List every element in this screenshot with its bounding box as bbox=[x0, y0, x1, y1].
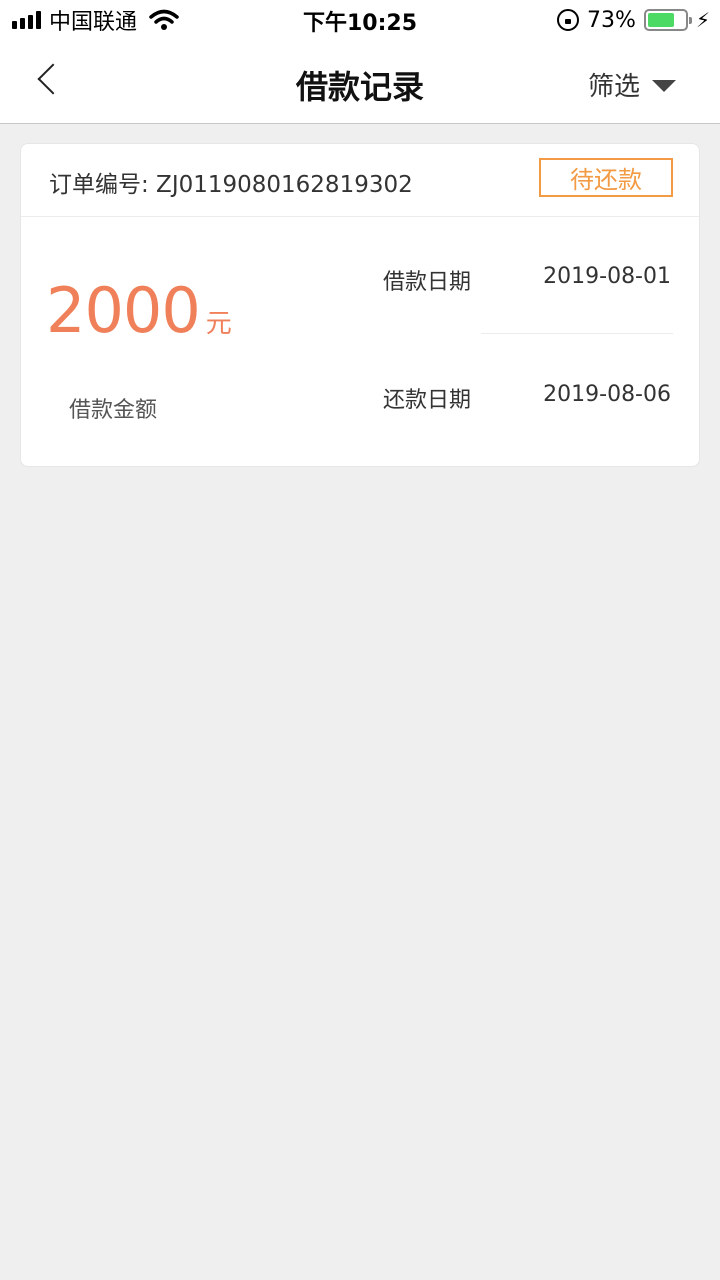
battery-cap bbox=[688, 17, 692, 24]
filter-label: 筛选 bbox=[587, 72, 640, 102]
date-divider bbox=[481, 333, 673, 334]
charging-icon: ⚡ bbox=[695, 8, 710, 32]
battery-icon bbox=[643, 9, 692, 31]
filter-button[interactable]: 筛选 bbox=[588, 66, 676, 103]
repay-date-value: 2019-08-06 bbox=[543, 382, 671, 407]
amount-label: 借款金额 bbox=[69, 398, 158, 423]
nav-bar: 借款记录 筛选 bbox=[0, 40, 720, 124]
caret-down-icon bbox=[652, 79, 676, 92]
amount-unit: 元 bbox=[205, 309, 232, 339]
status-bar: 中国联通 下午10:25 73% ⚡ bbox=[0, 0, 720, 40]
order-number: 订单编号: ZJ0119080162819302 bbox=[49, 172, 413, 198]
loan-record-card[interactable]: 订单编号: ZJ0119080162819302 待还款 2000 元 借款金额… bbox=[20, 143, 700, 467]
battery-fill bbox=[647, 13, 675, 27]
battery-percent: 73% bbox=[587, 7, 636, 33]
status-right: 73% ⚡ bbox=[557, 6, 710, 34]
amount-value: 2000 bbox=[46, 274, 201, 347]
status-badge: 待还款 bbox=[539, 158, 673, 197]
borrow-date-value: 2019-08-01 bbox=[543, 264, 671, 289]
repay-date-label: 还款日期 bbox=[383, 388, 472, 413]
card-header: 订单编号: ZJ0119080162819302 待还款 bbox=[21, 144, 699, 217]
loan-amount: 2000 元 bbox=[46, 274, 232, 347]
rotation-lock-icon bbox=[557, 9, 580, 31]
borrow-date-label: 借款日期 bbox=[383, 270, 472, 295]
